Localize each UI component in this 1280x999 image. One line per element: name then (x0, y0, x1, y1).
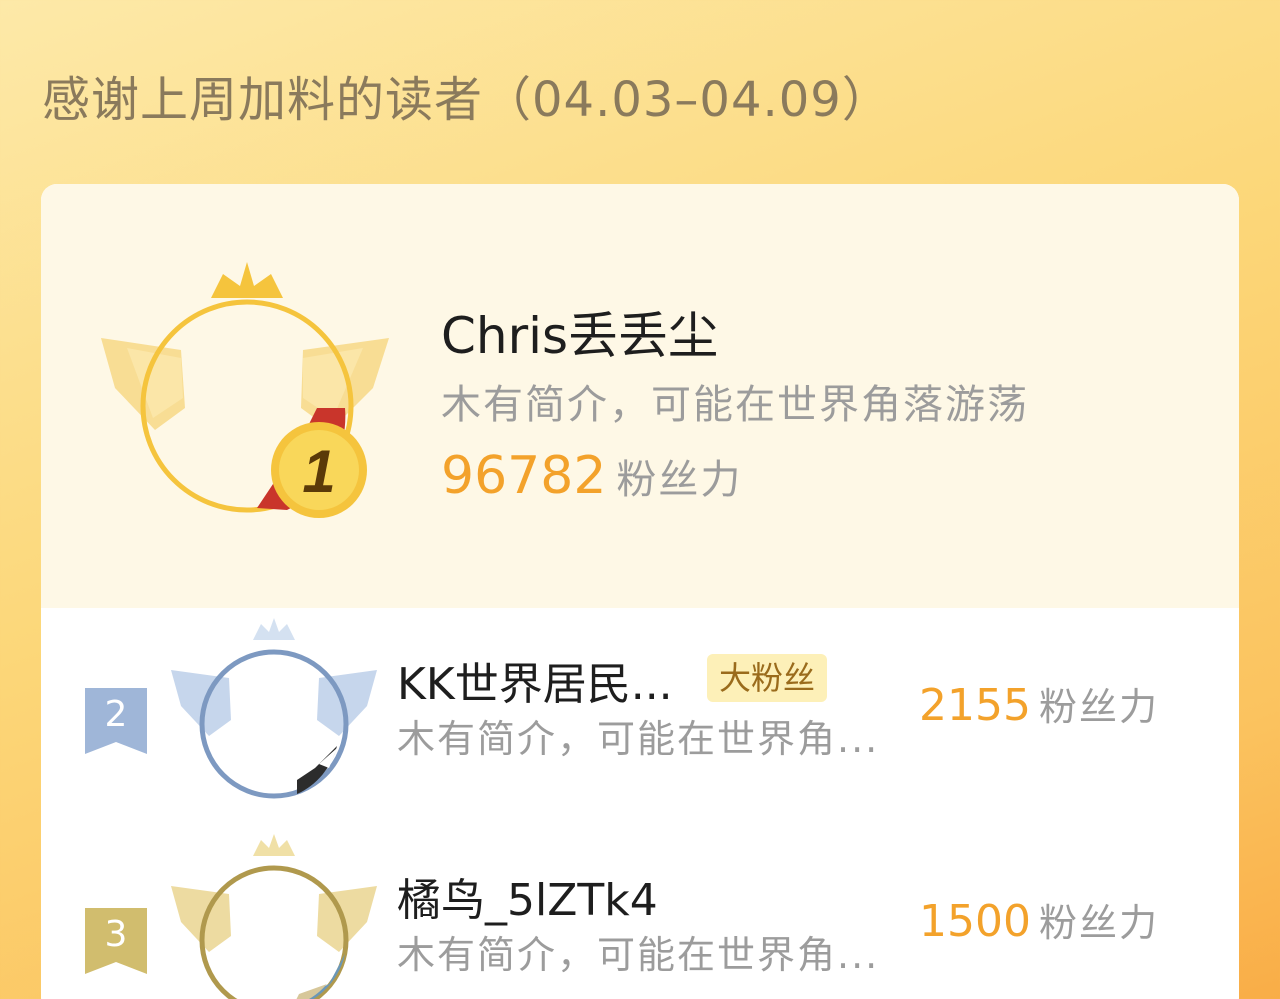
leaderboard-card: 1 Chris丢丢尘 木有简介，可能在世界角落游荡 96782 粉丝力 2 KK… (41, 184, 1239, 999)
reader-row[interactable]: 3 橘鸟_5lZTk4 木有简介，可能在世界角... 1500 粉丝力 (41, 824, 1239, 999)
score-value: 1500 (919, 896, 1031, 947)
page-title: 感谢上周加料的读者（04.03–04.09） (42, 72, 891, 128)
reader-name[interactable]: 橘鸟_5lZTk4 (397, 864, 658, 928)
rank-badge-bronze: 3 (85, 908, 147, 974)
score-value: 96782 (441, 446, 607, 506)
top-reader-row[interactable]: 1 Chris丢丢尘 木有简介，可能在世界角落游荡 96782 粉丝力 (41, 184, 1239, 608)
big-fan-badge: 大粉丝 (707, 654, 828, 702)
score-unit: 粉丝力 (1038, 685, 1159, 729)
reader-row[interactable]: 2 KK世界居民... 大粉丝 木有简介，可能在世界角... 2155 粉丝力 (41, 608, 1239, 808)
score-unit: 粉丝力 (1038, 901, 1159, 945)
rank-number: 3 (104, 914, 128, 955)
bronze-crown-wings-frame-icon[interactable] (169, 834, 379, 999)
gold-crown-wings-frame-icon[interactable]: 1 (97, 258, 397, 528)
reader-bio: 木有简介，可能在世界角落游荡 (441, 382, 1029, 428)
fan-power-score: 1500 粉丝力 (919, 892, 1159, 947)
silver-crown-wings-frame-icon[interactable] (169, 618, 379, 808)
score-value: 2155 (919, 680, 1031, 731)
rank-badge-silver: 2 (85, 688, 147, 754)
score-unit: 粉丝力 (616, 457, 743, 503)
reader-bio: 木有简介，可能在世界角... (397, 933, 880, 977)
fan-power-score: 2155 粉丝力 (919, 676, 1159, 731)
reader-name[interactable]: KK世界居民... (397, 648, 673, 712)
svg-text:1: 1 (302, 438, 335, 505)
reader-name[interactable]: Chris丢丢尘 (441, 296, 718, 368)
reader-bio: 木有简介，可能在世界角... (397, 717, 880, 761)
rank-number: 2 (104, 694, 128, 735)
fan-power-score: 96782 粉丝力 (441, 446, 742, 506)
